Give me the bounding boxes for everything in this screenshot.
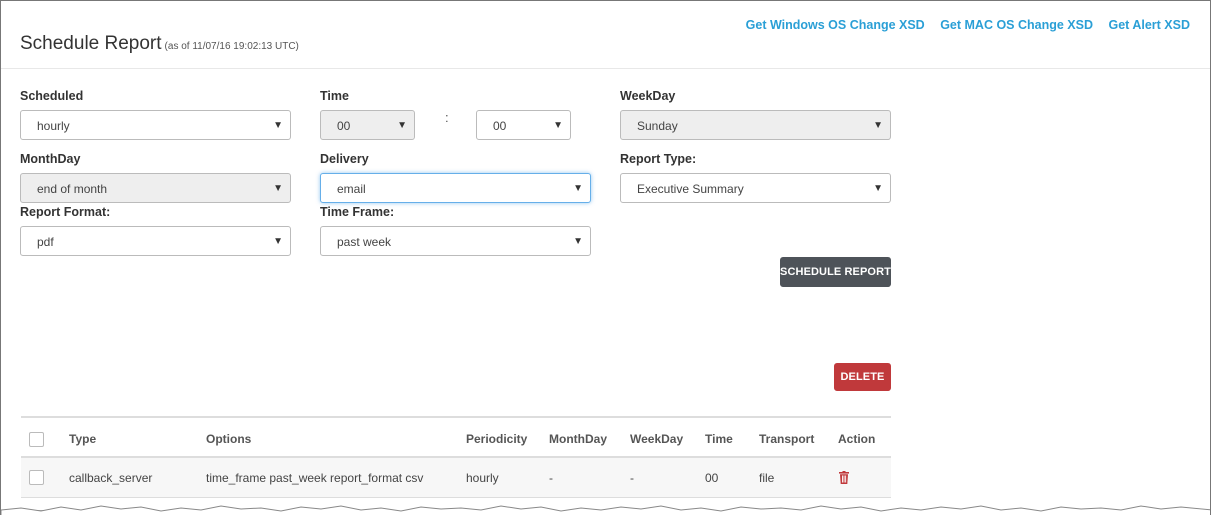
delivery-value: email — [337, 182, 366, 196]
chevron-down-icon: ▼ — [573, 183, 583, 194]
app-window: Schedule Report (as of 11/07/16 19:02:13 … — [0, 0, 1211, 515]
delete-button[interactable]: DELETE — [834, 363, 891, 391]
alert-xsd-link[interactable]: Get Alert XSD — [1108, 18, 1190, 32]
windows-xsd-link[interactable]: Get Windows OS Change XSD — [746, 18, 925, 32]
row-periodicity: hourly — [466, 470, 499, 485]
mac-xsd-link[interactable]: Get MAC OS Change XSD — [940, 18, 1093, 32]
delivery-label: Delivery — [320, 152, 369, 166]
time-frame-select[interactable]: past week ▼ — [320, 226, 591, 256]
scheduled-value: hourly — [37, 119, 70, 133]
row-transport: file — [759, 470, 775, 485]
chevron-down-icon: ▼ — [273, 183, 283, 194]
time-minute-value: 00 — [493, 119, 507, 133]
time-separator: : — [445, 110, 449, 125]
time-hour-value: 00 — [337, 119, 351, 133]
monthday-label: MonthDay — [20, 152, 81, 166]
table-header-row: Type Options Periodicity MonthDay WeekDa… — [21, 418, 891, 458]
page-header: Schedule Report (as of 11/07/16 19:02:13 … — [1, 1, 1210, 69]
row-checkbox[interactable] — [29, 470, 44, 485]
chevron-down-icon: ▼ — [873, 120, 883, 131]
col-header-transport[interactable]: Transport — [759, 420, 814, 458]
page-title-text: Schedule Report — [20, 33, 162, 54]
table-row: callback_server time_frame past_week rep… — [21, 458, 891, 498]
report-type-label: Report Type: — [620, 152, 697, 166]
col-header-action: Action — [838, 432, 876, 446]
select-all-checkbox[interactable] — [29, 431, 44, 447]
schedule-report-button[interactable]: SCHEDULE REPORT — [780, 257, 891, 287]
weekday-label: WeekDay — [620, 89, 676, 103]
row-weekday: - — [630, 470, 634, 485]
report-format-select[interactable]: pdf ▼ — [20, 226, 291, 256]
time-hour-select[interactable]: 00 ▼ — [320, 110, 415, 140]
report-format-label: Report Format: — [20, 205, 111, 219]
col-header-periodicity[interactable]: Periodicity — [466, 420, 527, 458]
time-label: Time — [320, 89, 349, 103]
select-all-cell — [29, 420, 44, 458]
delivery-select[interactable]: email ▼ — [320, 173, 591, 203]
page-timestamp: (as of 11/07/16 19:02:13 UTC) — [164, 41, 299, 52]
chevron-down-icon: ▼ — [273, 120, 283, 131]
col-header-type[interactable]: Type — [69, 420, 96, 458]
row-time: 00 — [705, 470, 719, 485]
header-links: Get Windows OS Change XSD Get MAC OS Cha… — [734, 18, 1190, 32]
trash-icon[interactable] — [839, 471, 849, 484]
col-header-options[interactable]: Options — [206, 420, 251, 458]
time-frame-value: past week — [337, 235, 392, 249]
chevron-down-icon: ▼ — [873, 183, 883, 194]
report-type-select[interactable]: Executive Summary ▼ — [620, 173, 891, 203]
row-options: time_frame past_week report_format csv — [206, 470, 424, 485]
scheduled-label: Scheduled — [20, 89, 84, 103]
scheduled-select[interactable]: hourly ▼ — [20, 110, 291, 140]
chevron-down-icon: ▼ — [273, 236, 283, 247]
weekday-select[interactable]: Sunday ▼ — [620, 110, 891, 140]
time-frame-label: Time Frame: — [320, 205, 395, 219]
col-header-monthday[interactable]: MonthDay — [549, 420, 607, 458]
chevron-down-icon: ▼ — [573, 236, 583, 247]
chevron-down-icon: ▼ — [397, 120, 407, 131]
report-format-value: pdf — [37, 235, 54, 249]
monthday-value: end of month — [37, 182, 108, 196]
chevron-down-icon: ▼ — [553, 120, 563, 131]
row-type: callback_server — [69, 470, 153, 485]
col-header-weekday[interactable]: WeekDay — [630, 420, 683, 458]
report-type-value: Executive Summary — [637, 182, 744, 196]
page-title: Schedule Report (as of 11/07/16 19:02:13 … — [20, 33, 299, 55]
row-select-cell — [29, 458, 44, 497]
row-action — [839, 458, 849, 497]
torn-edge — [1, 505, 1210, 515]
monthday-select[interactable]: end of month ▼ — [20, 173, 291, 203]
col-header-time[interactable]: Time — [705, 420, 733, 458]
weekday-value: Sunday — [637, 119, 678, 133]
time-minute-select[interactable]: 00 ▼ — [476, 110, 571, 140]
row-monthday: - — [549, 470, 553, 485]
